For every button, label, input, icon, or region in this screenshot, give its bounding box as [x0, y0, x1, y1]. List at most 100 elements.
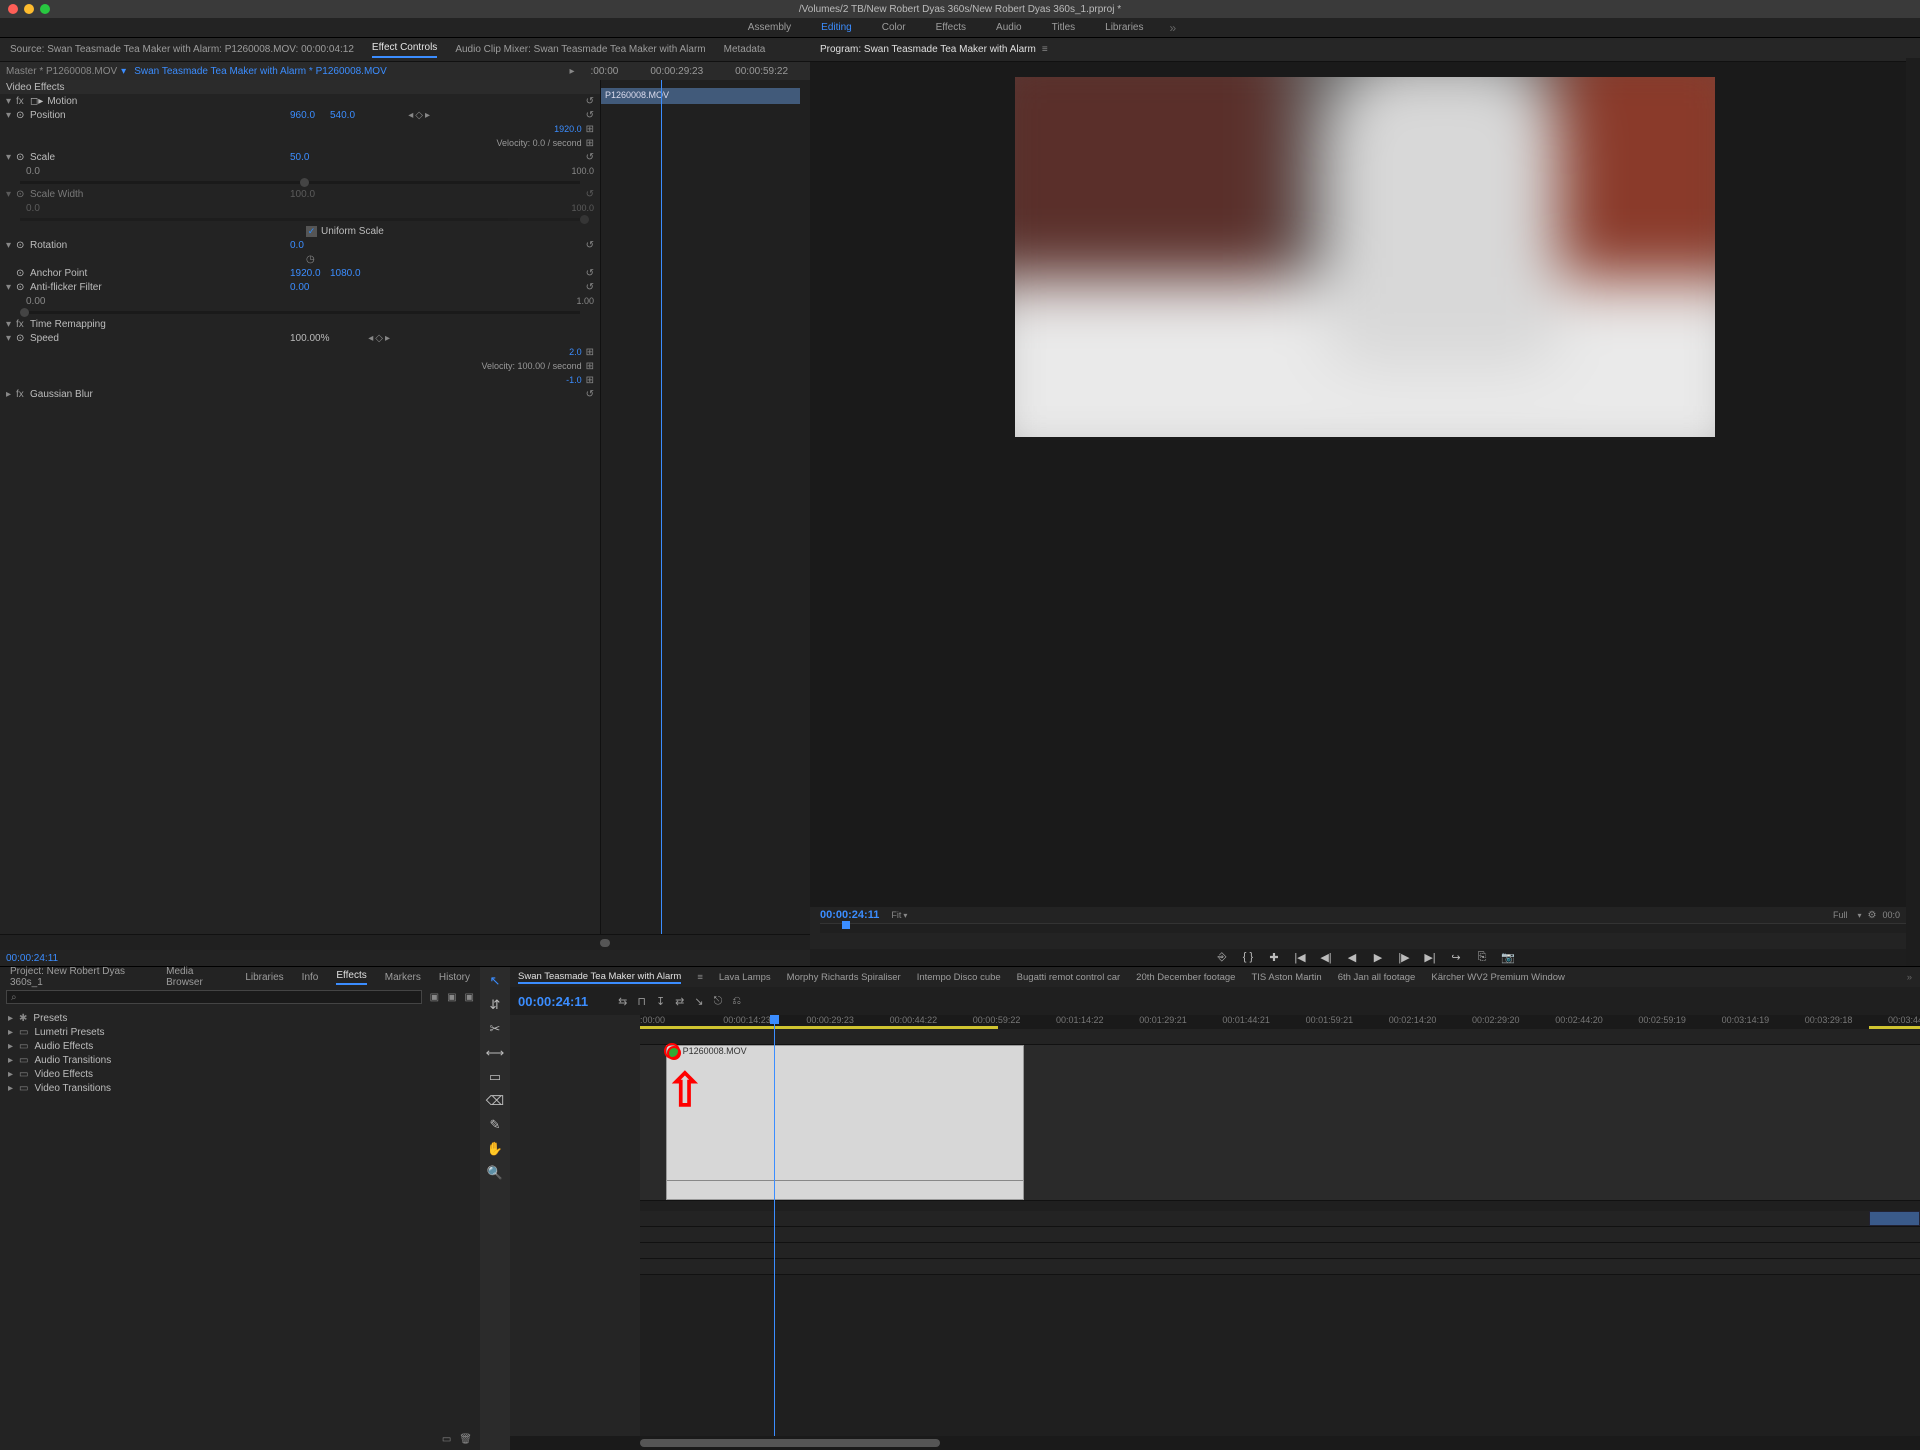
- wrench-icon[interactable]: ⎌: [732, 995, 741, 1008]
- workspace-libraries[interactable]: Libraries: [1101, 22, 1147, 33]
- tab-metadata[interactable]: Metadata: [724, 44, 766, 55]
- workspace-effects[interactable]: Effects: [932, 22, 970, 33]
- ec-playhead-toggle[interactable]: ▸: [570, 66, 575, 77]
- ec-mini-clip[interactable]: P1260008.MOV: [601, 88, 800, 104]
- uniform-scale-row[interactable]: ✓ Uniform Scale: [0, 224, 600, 238]
- tab-media-browser[interactable]: Media Browser: [166, 966, 227, 988]
- add-keyframe-icon[interactable]: ◇: [415, 110, 423, 121]
- master-clip-label[interactable]: Master * P1260008.MOV: [6, 66, 117, 77]
- hand-tool[interactable]: ✋: [487, 1141, 503, 1157]
- tree-lumetri[interactable]: ▸▭Lumetri Presets: [8, 1025, 472, 1039]
- slip-tool[interactable]: ⌫: [486, 1093, 504, 1109]
- rotation-dial-icon[interactable]: ◷: [306, 254, 315, 265]
- fx-time-remapping[interactable]: ▾fx Time Remapping: [0, 317, 600, 331]
- next-keyframe-icon[interactable]: ▸: [425, 110, 430, 121]
- trash-icon[interactable]: 🗑: [459, 1434, 472, 1450]
- tree-audio-fx[interactable]: ▸▭Audio Effects: [8, 1039, 472, 1053]
- sequence-timecode[interactable]: 00:00:24:11: [518, 994, 588, 1009]
- go-to-in-button[interactable]: |◀: [1293, 951, 1307, 964]
- workspace-overflow-icon[interactable]: »: [1170, 21, 1177, 35]
- ec-mini-playhead[interactable]: [661, 80, 662, 934]
- ec-scrollbar-thumb[interactable]: [600, 939, 610, 947]
- linked-sel-button[interactable]: ⊓: [637, 995, 646, 1008]
- seq-tab-6[interactable]: TIS Aston Martin: [1251, 972, 1321, 983]
- tab-history[interactable]: History: [439, 972, 470, 983]
- instance-clip-label[interactable]: Swan Teasmade Tea Maker with Alarm * P12…: [134, 66, 387, 77]
- workspace-color[interactable]: Color: [878, 22, 910, 33]
- insert-button[interactable]: ↧: [656, 995, 665, 1008]
- prop-rotation[interactable]: ▾⊙ Rotation 0.0 ↺: [0, 238, 600, 252]
- anchor-x-value[interactable]: 1920.0: [290, 268, 330, 279]
- step-back-button[interactable]: ◀|: [1319, 951, 1333, 964]
- prop-speed[interactable]: ▾⊙ Speed 100.00% ◂◇▸: [0, 331, 600, 345]
- fx-badge-2-icon[interactable]: ▣: [447, 992, 456, 1003]
- timeline-playhead[interactable]: [774, 1015, 775, 1436]
- add-marker-button[interactable]: ✚: [1267, 951, 1281, 964]
- program-res-select[interactable]: Full: [1833, 910, 1848, 920]
- source-timecode[interactable]: 00:00:24:11: [6, 953, 58, 964]
- timeline-zoom-scrollbar[interactable]: [640, 1439, 940, 1447]
- seq-tab-1[interactable]: Lava Lamps: [719, 972, 771, 983]
- razor-tool[interactable]: ▭: [489, 1069, 501, 1085]
- seq-tab-0[interactable]: Swan Teasmade Tea Maker with Alarm: [518, 971, 681, 984]
- play-button[interactable]: ▶: [1371, 951, 1385, 964]
- timeline-ruler[interactable]: :00:00 00:00:14:23 00:00:29:23 00:00:44:…: [640, 1015, 1920, 1029]
- lift-button[interactable]: ↪: [1449, 951, 1463, 964]
- tab-info[interactable]: Info: [302, 972, 319, 983]
- program-scrubber[interactable]: [820, 923, 1910, 933]
- scale-slider[interactable]: [20, 181, 580, 184]
- export-frame-button[interactable]: 📷: [1501, 951, 1515, 964]
- tree-video-fx[interactable]: ▸▭Video Effects: [8, 1067, 472, 1081]
- tree-video-trans[interactable]: ▸▭Video Transitions: [8, 1081, 472, 1095]
- fx-badge-3-icon[interactable]: ▣: [465, 992, 474, 1003]
- snap-button[interactable]: ⇆: [618, 995, 627, 1008]
- program-monitor[interactable]: [810, 62, 1920, 907]
- settings-button[interactable]: ⎋: [714, 995, 723, 1008]
- workspace-assembly[interactable]: Assembly: [744, 22, 795, 33]
- tree-presets[interactable]: ▸✱Presets: [8, 1011, 472, 1025]
- prop-scale[interactable]: ▾⊙ Scale 50.0 ↺: [0, 150, 600, 164]
- uniform-scale-checkbox[interactable]: ✓: [306, 226, 317, 237]
- program-timecode[interactable]: 00:00:24:11: [820, 909, 879, 921]
- extract-button[interactable]: ⎘: [1475, 951, 1489, 964]
- mark-in-button[interactable]: ⎆: [1215, 951, 1229, 964]
- new-bin-icon[interactable]: ▭: [442, 1434, 451, 1450]
- position-y-value[interactable]: 540.0: [330, 110, 370, 121]
- rotation-value[interactable]: 0.0: [290, 240, 330, 251]
- effect-controls-timeline[interactable]: P1260008.MOV: [600, 80, 810, 934]
- audio-clip-a1[interactable]: [1869, 1211, 1920, 1226]
- fx-gaussian-blur[interactable]: ▸fx Gaussian Blur ↺: [0, 387, 600, 401]
- fx-badge-1-icon[interactable]: ▣: [430, 992, 439, 1003]
- effects-search-input[interactable]: [6, 990, 422, 1004]
- reset-icon[interactable]: ↺: [586, 96, 594, 107]
- video-clip[interactable]: P1260008.MOV: [666, 1045, 1024, 1200]
- workspace-editing[interactable]: Editing: [817, 22, 856, 33]
- prop-position[interactable]: ▾⊙ Position 960.0 540.0 ◂◇▸ ↺: [0, 108, 600, 122]
- scale-value[interactable]: 50.0: [290, 152, 330, 163]
- seq-overflow-icon[interactable]: »: [1907, 972, 1912, 983]
- tab-source[interactable]: Source: Swan Teasmade Tea Maker with Ala…: [10, 44, 354, 55]
- ripple-edit-tool[interactable]: ✂: [490, 1021, 501, 1037]
- tab-libraries[interactable]: Libraries: [245, 972, 283, 983]
- tab-project[interactable]: Project: New Robert Dyas 360s_1: [10, 966, 148, 988]
- program-zoom-select[interactable]: Fit: [891, 910, 901, 920]
- anchor-y-value[interactable]: 1080.0: [330, 268, 370, 279]
- tab-effect-controls[interactable]: Effect Controls: [372, 42, 437, 58]
- flicker-value[interactable]: 0.00: [290, 282, 330, 293]
- seq-tab-4[interactable]: Bugatti remot control car: [1017, 972, 1121, 983]
- seq-tab-5[interactable]: 20th December footage: [1136, 972, 1235, 983]
- tab-audio-mixer[interactable]: Audio Clip Mixer: Swan Teasmade Tea Make…: [455, 44, 705, 55]
- overwrite-button[interactable]: ⇄: [675, 995, 684, 1008]
- fx-motion[interactable]: ▾fx◻▸ Motion ↺: [0, 94, 600, 108]
- settings-icon[interactable]: ⚙: [1868, 910, 1877, 921]
- program-tab[interactable]: Program: Swan Teasmade Tea Maker with Al…: [810, 38, 1920, 62]
- mark-out-button[interactable]: { }: [1241, 951, 1255, 964]
- seq-tab-3[interactable]: Intempo Disco cube: [917, 972, 1001, 983]
- track-select-tool[interactable]: ⇵: [490, 997, 501, 1013]
- pen-tool[interactable]: ✎: [490, 1117, 501, 1133]
- speed-value[interactable]: 100.00%: [290, 333, 330, 344]
- workspace-audio[interactable]: Audio: [992, 22, 1026, 33]
- position-x-value[interactable]: 960.0: [290, 110, 330, 121]
- zoom-tool[interactable]: 🔍: [487, 1165, 503, 1181]
- tab-effects[interactable]: Effects: [336, 970, 366, 985]
